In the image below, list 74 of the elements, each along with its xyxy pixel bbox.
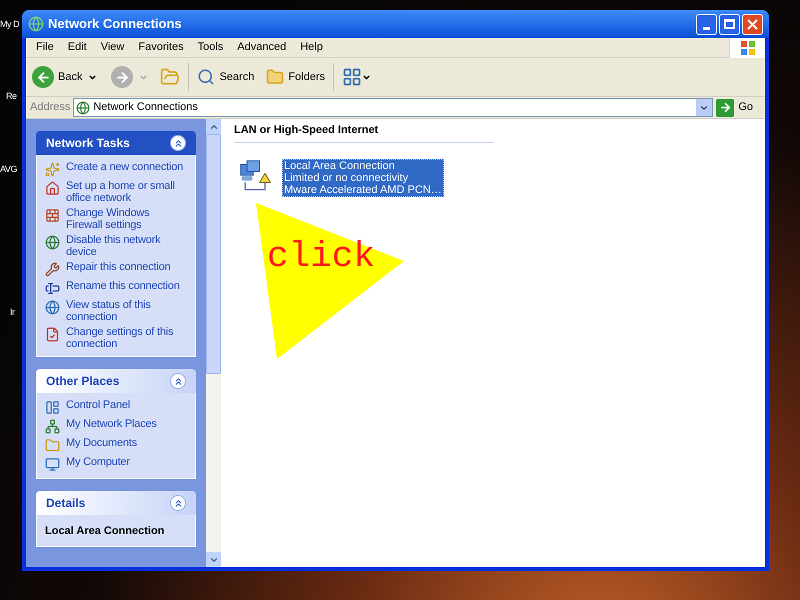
click-label: click bbox=[267, 239, 376, 275]
text-cursor-icon bbox=[45, 281, 60, 296]
menu-item[interactable]: Favorites bbox=[132, 39, 190, 56]
minimize-button[interactable] bbox=[696, 14, 717, 34]
house-icon bbox=[45, 181, 60, 196]
task-link[interactable]: Rename this connection bbox=[66, 280, 180, 292]
group-heading: LAN or High-Speed Internet bbox=[234, 122, 494, 142]
globe-icon bbox=[76, 100, 90, 114]
maximize-button[interactable] bbox=[719, 14, 740, 34]
panel-title: Network Tasks bbox=[46, 135, 130, 152]
task-link[interactable]: My Network Places bbox=[66, 418, 157, 430]
scrollbar[interactable] bbox=[206, 119, 221, 567]
address-field[interactable]: Network Connections bbox=[73, 98, 714, 117]
panel-title: Details bbox=[46, 495, 86, 512]
document-check-icon bbox=[45, 327, 60, 342]
task-link[interactable]: View status of this connection bbox=[66, 299, 187, 323]
panel-title: Other Places bbox=[46, 373, 120, 390]
task-link[interactable]: Change settings of this connection bbox=[66, 326, 187, 350]
network-globe-icon bbox=[28, 16, 44, 32]
address-label: Address bbox=[30, 100, 70, 116]
task-link[interactable]: My Documents bbox=[66, 437, 137, 449]
desktop-icon-label[interactable]: My D bbox=[0, 18, 20, 32]
arrow-right-icon[interactable] bbox=[114, 70, 130, 84]
connection-text: Mware Accelerated AMD PCN… bbox=[284, 184, 442, 196]
collapse-icon[interactable] bbox=[170, 373, 186, 389]
window-title: Network Connections bbox=[48, 15, 182, 34]
search-icon[interactable] bbox=[197, 68, 216, 86]
arrow-right-icon[interactable] bbox=[718, 101, 732, 114]
scroll-thumb[interactable] bbox=[206, 134, 221, 374]
task-link[interactable]: Change Windows Firewall settings bbox=[66, 207, 187, 231]
menu-item[interactable]: Edit bbox=[62, 39, 93, 56]
task-link[interactable]: Disable this network device bbox=[66, 234, 187, 258]
folders-button[interactable]: Folders bbox=[266, 68, 326, 86]
menu-item[interactable]: Tools bbox=[192, 39, 230, 56]
globe-icon bbox=[45, 235, 60, 250]
desktop-icon-label[interactable]: Re bbox=[6, 90, 17, 104]
details-heading: Local Area Connection bbox=[45, 524, 166, 539]
menu-item[interactable]: Help bbox=[294, 39, 329, 56]
dropdown-caret-icon[interactable] bbox=[88, 72, 98, 82]
folder-icon bbox=[45, 438, 60, 453]
go-button[interactable]: Go bbox=[716, 98, 761, 116]
windows-flag-icon bbox=[740, 40, 756, 54]
window-panel-icon bbox=[45, 400, 60, 415]
address-value: Network Connections bbox=[93, 100, 199, 116]
collapse-icon[interactable] bbox=[170, 135, 186, 151]
task-link[interactable]: Create a new connection bbox=[66, 161, 184, 173]
connection-text: Local Area Connection bbox=[284, 160, 396, 172]
menu-item[interactable]: File bbox=[30, 39, 60, 56]
panel-header[interactable]: Other Places bbox=[36, 369, 196, 393]
desktop-icon-label[interactable]: Ir bbox=[10, 306, 15, 320]
views-icon[interactable] bbox=[342, 67, 372, 87]
task-link[interactable]: Control Panel bbox=[66, 399, 130, 411]
close-icon[interactable] bbox=[747, 18, 758, 30]
menu-item[interactable]: Advanced bbox=[231, 39, 292, 56]
close-button[interactable] bbox=[742, 14, 763, 34]
desktop-icon-label[interactable]: AVG bbox=[0, 163, 17, 176]
wrench-icon bbox=[45, 262, 60, 277]
task-link[interactable]: Set up a home or small office network bbox=[66, 180, 187, 204]
monitor-icon bbox=[45, 457, 60, 472]
task-link[interactable]: Repair this connection bbox=[66, 261, 170, 273]
panel-header[interactable]: Details bbox=[36, 491, 196, 515]
connection-label[interactable]: Local Area Connection Limited or no connectivity Mware Accelerated AMD PCN… bbox=[282, 158, 444, 196]
search-button[interactable]: Search bbox=[197, 68, 254, 86]
back-button[interactable]: Back bbox=[32, 66, 82, 88]
sparkle-icon bbox=[45, 162, 60, 177]
menu-item[interactable]: View bbox=[94, 39, 130, 56]
collapse-icon[interactable] bbox=[170, 495, 186, 511]
forward-button[interactable] bbox=[111, 66, 134, 88]
network-icon bbox=[45, 419, 60, 434]
connection-text: Limited or no connectivity bbox=[284, 172, 410, 184]
panel-header[interactable]: Network Tasks bbox=[36, 131, 196, 155]
brick-wall-icon bbox=[45, 208, 60, 223]
globe-icon bbox=[45, 300, 60, 315]
task-link[interactable]: My Computer bbox=[66, 456, 130, 468]
